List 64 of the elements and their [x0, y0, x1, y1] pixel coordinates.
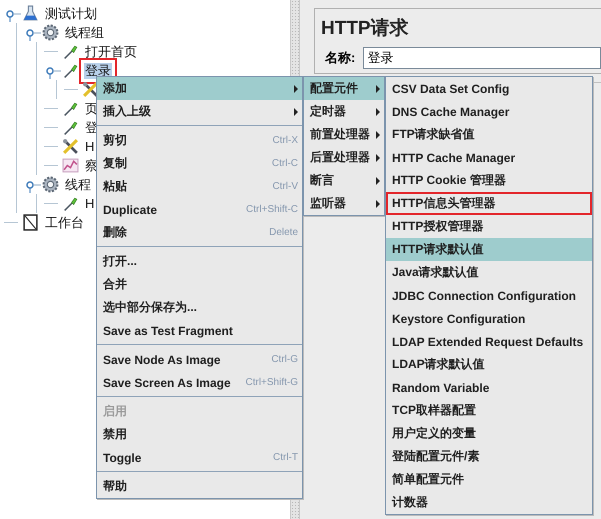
chart-icon [62, 157, 79, 174]
menu-item[interactable]: Random Variable [386, 376, 592, 399]
pipette-icon [62, 100, 79, 117]
menu-item[interactable]: FTP请求缺省值 [386, 123, 592, 146]
menu-item[interactable]: 选中部分保存为... [97, 296, 302, 319]
menu-item[interactable]: 监听器 [304, 192, 384, 215]
tools-icon [62, 138, 79, 155]
name-field[interactable]: 登录 [363, 47, 601, 69]
menu-item[interactable]: 合并 [97, 273, 302, 296]
tools-icon [82, 81, 99, 98]
menu-item[interactable]: Duplicate Ctrl+Shift-C [97, 198, 302, 221]
pipette-icon [62, 195, 79, 212]
menu-item[interactable]: Save Node As Image Ctrl-G [97, 348, 302, 371]
menu-item[interactable]: HTTP信息头管理器 [386, 192, 592, 215]
tree-item[interactable]: 线程组 [64, 24, 105, 40]
menu-item[interactable]: 打开... [97, 250, 302, 273]
menu-item[interactable]: 剪切 Ctrl-X [97, 129, 302, 152]
pipette-icon [62, 62, 79, 79]
menu-item[interactable]: LDAP请求默认值 [386, 353, 592, 376]
menu-item[interactable]: 粘贴 Ctrl-V [97, 175, 302, 198]
gear-icon [42, 176, 59, 193]
menu-item[interactable]: HTTP Cookie 管理器 [386, 169, 592, 192]
menu-item[interactable]: LDAP Extended Request Defaults [386, 330, 592, 353]
menu-item[interactable]: 简单配置元件 [386, 468, 592, 491]
menu-item[interactable]: 插入上级 [97, 100, 302, 123]
menu-item[interactable]: 定时器 [304, 100, 384, 123]
menu-item[interactable]: 后置处理器 [304, 146, 384, 169]
menu-item[interactable]: 断言 [304, 169, 384, 192]
tree-item[interactable]: H [84, 196, 96, 212]
menu-item[interactable]: CSV Data Set Config [386, 77, 592, 100]
field-label: 名称: [325, 49, 356, 67]
menu-item[interactable]: Keystore Configuration [386, 307, 592, 330]
tree-item[interactable]: 工作台 [44, 214, 85, 230]
menu-item[interactable]: 帮助 [97, 475, 302, 498]
menu-item[interactable]: HTTP请求默认值 [386, 238, 592, 261]
gear-icon [42, 24, 59, 41]
flask-icon [22, 5, 39, 22]
menu-item[interactable]: Save as Test Fragment [97, 319, 302, 342]
pipette-icon [62, 43, 79, 60]
menu-item[interactable]: 前置处理器 [304, 123, 384, 146]
menu-item[interactable]: 用户定义的变量 [386, 422, 592, 445]
tree-item[interactable]: 线程 [64, 176, 92, 192]
menu-item[interactable]: Save Screen As Image Ctrl+Shift-G [97, 371, 302, 394]
menu-item[interactable]: TCP取样器配置 [386, 399, 592, 422]
menu-item[interactable]: 删除 Delete [97, 221, 302, 244]
menu-item[interactable]: 配置元件 [304, 77, 384, 100]
menu-item[interactable]: HTTP Cache Manager [386, 146, 592, 169]
tree-item[interactable]: 测试计划 [44, 6, 98, 22]
menu-item[interactable]: JDBC Connection Configuration [386, 284, 592, 307]
menu-item[interactable]: HTTP授权管理器 [386, 215, 592, 238]
tree-item[interactable]: 打开首页 [84, 44, 138, 60]
pipette-icon [62, 119, 79, 136]
menu-item[interactable]: Toggle Ctrl-T [97, 446, 302, 469]
menu-item[interactable]: 禁用 [97, 423, 302, 446]
menu-item[interactable]: Java请求默认值 [386, 261, 592, 284]
menu-item[interactable]: 计数器 [386, 491, 592, 514]
menu-item[interactable]: 复制 Ctrl-C [97, 152, 302, 175]
menu-item[interactable]: 登陆配置元件/素 [386, 445, 592, 468]
board-icon [22, 214, 39, 231]
panel-title: HTTP请求 [320, 17, 410, 41]
menu-item[interactable]: DNS Cache Manager [386, 100, 592, 123]
tree-item[interactable]: H [84, 138, 96, 154]
menu-item[interactable]: 添加 [97, 77, 302, 100]
tree-item[interactable]: 登录 [84, 62, 112, 78]
